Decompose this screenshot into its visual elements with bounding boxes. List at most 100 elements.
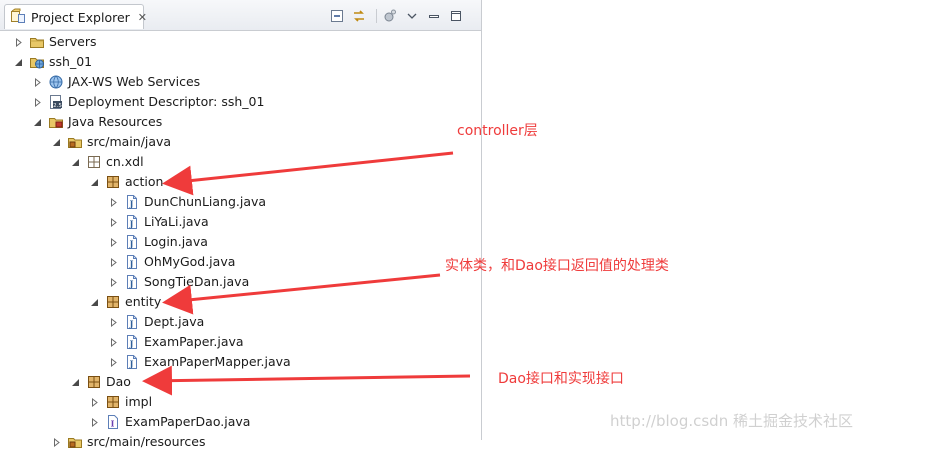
tree-item[interactable]: J DunChunLiang.java — [107, 192, 266, 212]
close-icon[interactable]: ✕ — [138, 11, 147, 24]
tree-item-label: ssh_01 — [49, 54, 93, 69]
java-file-icon: J — [124, 214, 140, 230]
java-file-icon: J — [124, 334, 140, 350]
tree-item-label: SongTieDan.java — [144, 274, 250, 289]
tab-title: Project Explorer — [31, 9, 130, 25]
tree-item[interactable]: ssh_01 — [12, 52, 92, 72]
collapse-all-icon[interactable] — [328, 7, 346, 25]
java-file-icon: J — [124, 194, 140, 210]
tree-item[interactable]: impl — [88, 392, 152, 412]
tree-item-label: JAX-WS Web Services — [68, 74, 201, 89]
tree-item[interactable]: J ExamPaper.java — [107, 332, 244, 352]
package-icon — [105, 394, 121, 410]
expanded-twistie-icon[interactable] — [12, 52, 24, 72]
svg-text:J: J — [129, 339, 134, 349]
collapsed-twistie-icon[interactable] — [107, 252, 119, 272]
collapsed-twistie-icon[interactable] — [107, 312, 119, 332]
tree-item-label: Deployment Descriptor: ssh_01 — [68, 94, 265, 109]
tree-item-label: Dept.java — [144, 314, 205, 329]
webservice-icon — [48, 74, 64, 90]
link-with-editor-icon[interactable] — [350, 7, 368, 25]
java-file-icon: J — [124, 234, 140, 250]
folder-icon — [29, 34, 45, 50]
tree-item-label: Dao — [106, 374, 131, 389]
tree-item[interactable]: Servers — [12, 32, 97, 52]
collapsed-twistie-icon[interactable] — [50, 432, 62, 452]
collapsed-twistie-icon[interactable] — [107, 192, 119, 212]
expanded-twistie-icon[interactable] — [31, 112, 43, 132]
watermark: http://blog.csdn 稀土掘金技术社区 — [610, 412, 853, 430]
collapsed-twistie-icon[interactable] — [31, 92, 43, 112]
package-icon — [105, 174, 121, 190]
project-explorer-panel: Project Explorer ✕ Servers ssh_01 JAX-WS… — [0, 0, 482, 449]
collapsed-twistie-icon[interactable] — [88, 392, 100, 412]
annotation-controller: controller层 — [457, 123, 538, 139]
tree-item[interactable]: action — [88, 172, 163, 192]
minimize-icon[interactable] — [425, 7, 443, 25]
descriptor-icon: 2.5 — [48, 94, 64, 110]
tree-item[interactable]: 2.5 Deployment Descriptor: ssh_01 — [31, 92, 264, 112]
source-folder-icon — [67, 434, 83, 450]
annotation-dao: Dao接口和实现接口 — [498, 371, 624, 387]
tree-item[interactable]: J OhMyGod.java — [107, 252, 235, 272]
svg-text:J: J — [129, 259, 134, 269]
tree-item-label: Login.java — [144, 234, 208, 249]
tree-item-label: ExamPaperMapper.java — [144, 354, 291, 369]
java-resources-icon — [48, 114, 64, 130]
expanded-twistie-icon[interactable] — [88, 172, 100, 192]
tree-item-label: src/main/java — [87, 134, 172, 149]
tree-item-label: ExamPaperDao.java — [125, 414, 251, 429]
tree-item-label: cn.xdl — [106, 154, 144, 169]
svg-text:J: J — [129, 199, 134, 209]
view-header: Project Explorer ✕ — [0, 0, 481, 31]
tree-item-label: Java Resources — [68, 114, 163, 129]
view-toolbar — [328, 7, 469, 25]
tree-item[interactable]: Dao — [69, 372, 131, 392]
tree-item[interactable]: J Dept.java — [107, 312, 204, 332]
collapsed-twistie-icon[interactable] — [107, 332, 119, 352]
tree-item[interactable]: Java Resources — [31, 112, 162, 132]
collapsed-twistie-icon[interactable] — [12, 32, 24, 52]
tree-item[interactable]: entity — [88, 292, 161, 312]
customize-view-icon[interactable] — [381, 7, 399, 25]
tree-item[interactable]: cn.xdl — [69, 152, 144, 172]
svg-text:J: J — [129, 239, 134, 249]
expanded-twistie-icon[interactable] — [69, 372, 81, 392]
tree-item-label: entity — [125, 294, 162, 309]
collapsed-twistie-icon[interactable] — [107, 352, 119, 372]
java-interface-icon: I — [105, 414, 121, 430]
source-folder-icon — [67, 134, 83, 150]
tree-item-label: DunChunLiang.java — [144, 194, 267, 209]
tree-item-label: ExamPaper.java — [144, 334, 244, 349]
web-project-icon — [29, 54, 45, 70]
java-file-icon: J — [124, 274, 140, 290]
view-menu-icon[interactable] — [403, 7, 421, 25]
tree-item-label: impl — [125, 394, 153, 409]
collapsed-twistie-icon[interactable] — [107, 232, 119, 252]
svg-text:J: J — [129, 279, 134, 289]
tree-item[interactable]: J ExamPaperMapper.java — [107, 352, 291, 372]
tab-project-explorer[interactable]: Project Explorer ✕ — [4, 4, 147, 29]
tree-item-label: Servers — [49, 34, 97, 49]
maximize-icon[interactable] — [447, 7, 465, 25]
toolbar-separator — [376, 9, 377, 23]
expanded-twistie-icon[interactable] — [50, 132, 62, 152]
package-icon — [105, 294, 121, 310]
svg-text:I: I — [111, 419, 115, 429]
collapsed-twistie-icon[interactable] — [88, 412, 100, 432]
tree-item[interactable]: I ExamPaperDao.java — [88, 412, 250, 432]
collapsed-twistie-icon[interactable] — [31, 72, 43, 92]
expanded-twistie-icon[interactable] — [88, 292, 100, 312]
java-file-icon: J — [124, 354, 140, 370]
tree-item[interactable]: J Login.java — [107, 232, 208, 252]
tree-item[interactable]: J LiYaLi.java — [107, 212, 209, 232]
tree-item[interactable]: src/main/resources — [50, 432, 205, 452]
java-file-icon: J — [124, 314, 140, 330]
tree-item-label: OhMyGod.java — [144, 254, 236, 269]
tree-item[interactable]: JAX-WS Web Services — [31, 72, 200, 92]
tree-item[interactable]: J SongTieDan.java — [107, 272, 249, 292]
expanded-twistie-icon[interactable] — [69, 152, 81, 172]
collapsed-twistie-icon[interactable] — [107, 212, 119, 232]
collapsed-twistie-icon[interactable] — [107, 272, 119, 292]
tree-item[interactable]: src/main/java — [50, 132, 171, 152]
